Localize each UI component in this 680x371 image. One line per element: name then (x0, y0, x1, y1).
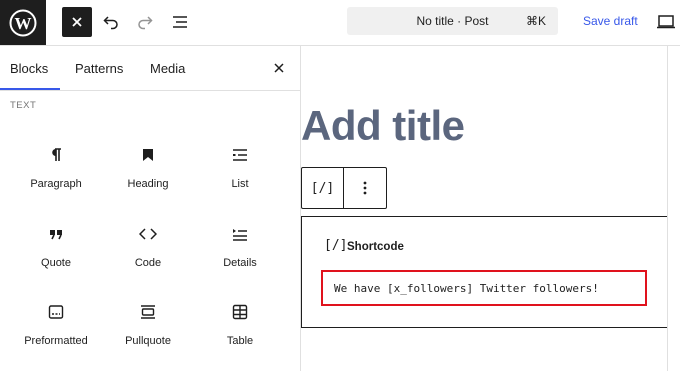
block-item-pullquote[interactable]: Pullquote (102, 302, 194, 362)
more-vertical-icon (363, 181, 367, 195)
wordpress-logo-button[interactable]: W (0, 0, 46, 45)
block-item-label: Details (223, 257, 257, 269)
shortcode-input-value: We have [x_followers] Twitter followers! (334, 282, 599, 295)
block-item-label: Table (226, 335, 254, 347)
desktop-view-icon (657, 15, 675, 29)
redo-icon (138, 16, 153, 30)
redo-button[interactable] (130, 7, 160, 37)
block-type-button[interactable]: [/] (302, 168, 344, 208)
block-item-paragraph[interactable]: Paragraph (10, 145, 102, 205)
block-item-label: Quote (41, 257, 71, 269)
category-label-text: TEXT (10, 100, 37, 111)
pullquote-icon (138, 302, 158, 322)
block-item-code[interactable]: Code (102, 224, 194, 284)
shortcode-icon: [/] (310, 180, 335, 196)
close-icon (72, 17, 82, 27)
tab-blocks[interactable]: Blocks (10, 61, 48, 76)
block-item-heading[interactable]: Heading (102, 145, 194, 205)
save-draft-button[interactable]: Save draft (583, 14, 638, 28)
shortcode-input[interactable]: We have [x_followers] Twitter followers! (321, 270, 647, 306)
block-item-label: Code (134, 257, 162, 269)
block-item-label: Heading (127, 178, 169, 190)
svg-text:W: W (15, 14, 32, 33)
shortcode-block[interactable]: [/] Shortcode We have [x_followers] Twit… (301, 216, 668, 328)
code-icon (138, 224, 158, 244)
block-item-label: List (231, 178, 249, 190)
block-toolbar: [/] (301, 167, 387, 209)
table-icon (230, 302, 250, 322)
block-item-list[interactable]: List (194, 145, 286, 205)
list-icon (230, 145, 250, 165)
close-icon (274, 63, 284, 73)
quote-icon (46, 224, 66, 244)
close-panel-button[interactable] (271, 60, 287, 76)
list-view-icon (173, 16, 187, 28)
wordpress-logo-icon: W (9, 9, 37, 36)
close-inserter-button[interactable] (62, 7, 92, 37)
active-tab-indicator (0, 88, 60, 90)
block-inserter-panel: Blocks Patterns Media TEXT Paragraph Hea… (0, 46, 301, 371)
block-item-preformatted[interactable]: Preformatted (10, 302, 102, 362)
inserter-tabs: Blocks Patterns Media (0, 46, 300, 91)
shortcode-block-label: Shortcode (347, 241, 404, 253)
details-icon (230, 224, 250, 244)
undo-icon (103, 16, 118, 30)
paragraph-icon (46, 145, 66, 165)
block-item-details[interactable]: Details (194, 224, 286, 284)
document-bar[interactable]: No title · Post ⌘K (347, 7, 558, 35)
post-title-field[interactable]: Add title (301, 102, 465, 150)
block-item-label: Pullquote (125, 335, 171, 347)
shortcode-icon: [/] (324, 238, 348, 253)
preformatted-icon (46, 302, 66, 322)
canvas-scrollbar[interactable] (667, 46, 680, 371)
block-item-quote[interactable]: Quote (10, 224, 102, 284)
editor-canvas: Add title [/] [/] Shortcode We have [x_f… (301, 46, 668, 371)
command-palette-shortcut: ⌘K (525, 14, 546, 28)
heading-bookmark-icon (138, 145, 158, 165)
block-item-label: Preformatted (24, 335, 88, 347)
editor-header: W No title · Post ⌘K Save draft (0, 0, 680, 46)
block-options-button[interactable] (344, 168, 386, 208)
block-item-label: Paragraph (30, 178, 82, 190)
tab-media[interactable]: Media (150, 61, 185, 76)
undo-button[interactable] (96, 7, 126, 37)
list-view-button[interactable] (165, 7, 195, 37)
block-item-table[interactable]: Table (194, 302, 286, 362)
view-button[interactable] (656, 12, 676, 32)
tab-patterns[interactable]: Patterns (75, 61, 123, 76)
